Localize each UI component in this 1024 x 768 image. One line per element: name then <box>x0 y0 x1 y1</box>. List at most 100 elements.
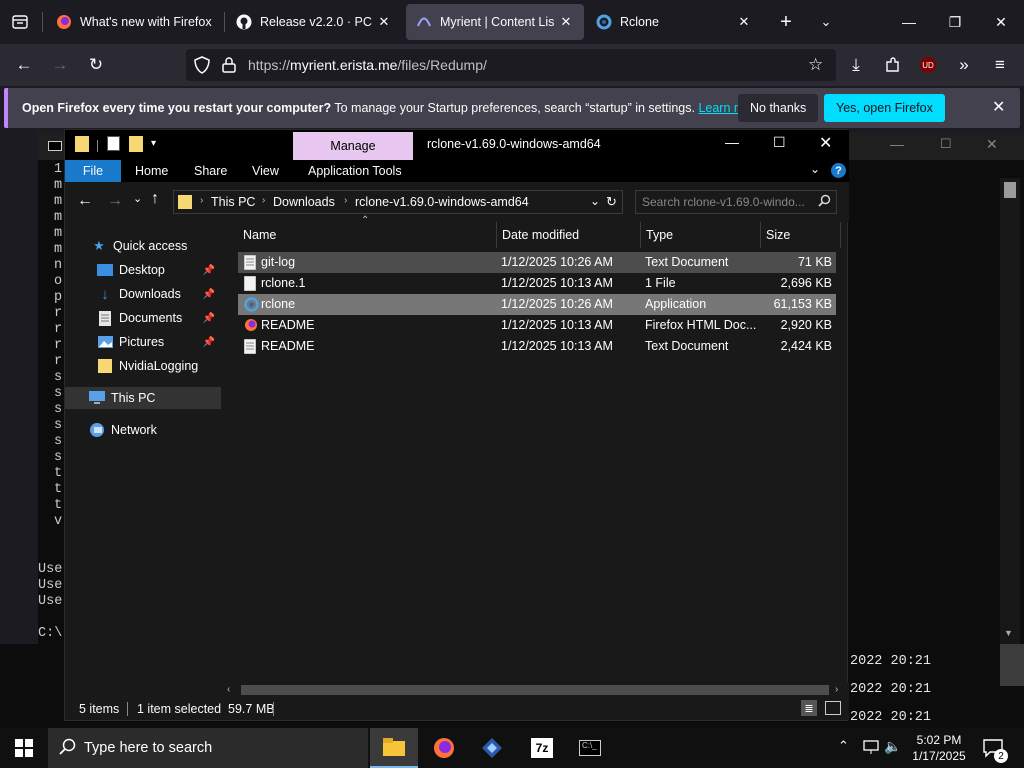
taskbar-app-icon[interactable] <box>468 728 516 768</box>
clock-date[interactable]: 1/17/2025 <box>912 749 966 763</box>
console-scroll-thumb[interactable] <box>1004 182 1016 198</box>
tab-view[interactable]: View <box>252 164 279 178</box>
tab-file[interactable]: File <box>65 160 121 182</box>
scroll-right-icon[interactable]: › <box>835 684 838 695</box>
breadcrumb-this-pc[interactable]: This PC <box>211 195 255 209</box>
file-row[interactable]: git-log 1/12/2025 10:26 AM Text Document 71… <box>238 252 836 273</box>
minimize-icon[interactable]: — <box>886 0 932 44</box>
new-folder-icon[interactable] <box>129 136 143 152</box>
nav-desktop[interactable]: Desktop 📌 <box>65 259 221 281</box>
console-close-icon[interactable]: ✕ <box>986 136 998 153</box>
tab-home[interactable]: Home <box>135 164 168 178</box>
forward-icon[interactable]: → <box>107 192 123 210</box>
file-row[interactable]: README 1/12/2025 10:13 AM Firefox HTML Doc… <box>238 315 836 336</box>
file-row[interactable]: rclone.1 1/12/2025 10:13 AM 1 File 2,696 KB <box>238 273 836 294</box>
downloads-icon[interactable]: ⤓ <box>842 51 870 79</box>
windows-start-icon[interactable] <box>0 728 48 768</box>
column-type[interactable]: Type <box>640 222 760 248</box>
quick-access-dropdown-icon[interactable]: ▾ <box>151 138 156 149</box>
network-tray-icon[interactable] <box>862 739 880 758</box>
nav-documents[interactable]: Documents 📌 <box>65 307 221 329</box>
recent-locations-icon[interactable]: ⌄ <box>133 192 142 205</box>
tab-rclone[interactable]: Rclone ✕ <box>586 4 762 40</box>
console-minimize-icon[interactable]: — <box>890 136 904 152</box>
search-input[interactable]: Search rclone-v1.69.0-windo... <box>635 190 837 214</box>
reload-icon[interactable]: ↻ <box>82 51 110 79</box>
column-date-modified[interactable]: Date modified <box>496 222 640 248</box>
firefox-view-icon[interactable] <box>6 8 34 36</box>
close-tab-icon[interactable]: ✕ <box>376 14 392 30</box>
search-icon[interactable] <box>818 194 831 210</box>
network-icon <box>89 422 105 438</box>
show-hidden-icons-icon[interactable]: ⌃ <box>838 738 849 754</box>
no-thanks-button[interactable]: No thanks <box>738 94 819 122</box>
pictures-icon <box>97 334 113 350</box>
path-dropdown-icon[interactable]: ⌄ <box>590 194 600 208</box>
help-icon[interactable]: ? <box>831 163 846 178</box>
explorer-close-icon[interactable]: ✕ <box>819 133 832 153</box>
close-window-icon[interactable]: ✕ <box>978 0 1024 44</box>
details-view-icon[interactable]: ≣ <box>801 700 817 716</box>
refresh-icon[interactable]: ↻ <box>606 194 617 210</box>
tab-myrient[interactable]: Myrient | Content Listing ✕ <box>406 4 584 40</box>
ublock-origin-icon[interactable]: UD <box>914 51 942 79</box>
address-path-box[interactable]: › This PC › Downloads › rclone-v1.69.0-w… <box>173 190 623 214</box>
tab-github-release[interactable]: Release v2.2.0 · PCSX2/pcsx2 ✕ <box>226 4 402 40</box>
column-size[interactable]: Size <box>760 222 840 248</box>
scroll-left-icon[interactable]: ‹ <box>227 684 230 695</box>
file-row[interactable]: README 1/12/2025 10:13 AM Text Document 2,4… <box>238 336 836 357</box>
more-tools-icon[interactable]: » <box>950 51 978 79</box>
taskbar-search-box[interactable]: Type here to search <box>48 728 368 768</box>
tab-firefox-whats-new[interactable]: What's new with Firefox <box>46 4 222 40</box>
restore-icon[interactable]: ❐ <box>932 0 978 44</box>
console-scrollbar-lower[interactable] <box>1000 644 1024 686</box>
list-all-tabs-icon[interactable]: ⌄ <box>812 8 840 36</box>
horizontal-scrollbar[interactable]: ‹ › <box>221 682 849 698</box>
clock-time[interactable]: 5:02 PM <box>912 733 966 747</box>
breadcrumb-downloads[interactable]: Downloads <box>273 195 335 209</box>
column-name[interactable]: Name <box>237 222 495 248</box>
nav-nvidialogging[interactable]: NvidiaLogging <box>65 355 221 377</box>
shield-icon[interactable] <box>194 56 210 77</box>
nav-pictures[interactable]: Pictures 📌 <box>65 331 221 353</box>
file-explorer-window[interactable]: ▾ Manage rclone-v1.69.0-windows-amd64 — … <box>64 129 849 721</box>
bookmark-star-icon[interactable]: ☆ <box>808 55 823 75</box>
forward-icon[interactable]: → <box>46 51 74 79</box>
explorer-minimize-icon[interactable]: — <box>725 134 739 150</box>
back-icon[interactable]: ← <box>10 51 38 79</box>
breadcrumb-current-folder[interactable]: rclone-v1.69.0-windows-amd64 <box>355 195 529 209</box>
url-bar[interactable]: https://myrient.erista.me/files/Redump/ … <box>186 49 836 81</box>
console-maximize-icon[interactable]: ☐ <box>940 136 952 152</box>
nav-network[interactable]: Network <box>65 419 221 441</box>
close-tab-icon[interactable]: ✕ <box>736 14 752 30</box>
expand-ribbon-icon[interactable]: ⌄ <box>810 162 820 176</box>
nav-downloads[interactable]: ↓ Downloads 📌 <box>65 283 221 305</box>
tab-application-tools[interactable]: Application Tools <box>308 164 402 178</box>
taskbar-7zip-icon[interactable]: 7z <box>518 728 566 768</box>
new-tab-icon[interactable]: + <box>772 8 800 36</box>
explorer-maximize-icon[interactable]: ☐ <box>773 134 786 151</box>
taskbar-terminal-icon[interactable]: C:\_ <box>566 728 614 768</box>
taskbar-file-explorer-icon[interactable] <box>370 728 418 768</box>
nav-quick-access[interactable]: ★ Quick access <box>65 235 221 257</box>
nav-this-pc[interactable]: This PC <box>65 387 221 409</box>
scroll-down-icon[interactable]: ▼ <box>1004 628 1013 638</box>
console-scrollbar[interactable]: ▼ <box>1000 178 1020 644</box>
yes-open-firefox-button[interactable]: Yes, open Firefox <box>824 94 945 122</box>
tab-share[interactable]: Share <box>194 164 227 178</box>
folder-icon <box>97 358 113 374</box>
properties-icon[interactable] <box>107 136 120 151</box>
lock-icon[interactable] <box>222 57 236 76</box>
hamburger-menu-icon[interactable]: ≡ <box>986 51 1014 79</box>
extensions-icon[interactable] <box>878 51 906 79</box>
close-tab-icon[interactable]: ✕ <box>558 14 574 30</box>
volume-muted-icon[interactable]: 🔈 <box>884 738 901 755</box>
file-row[interactable]: rclone 1/12/2025 10:26 AM Application 61,15… <box>238 294 836 315</box>
taskbar-firefox-icon[interactable] <box>420 728 468 768</box>
large-icons-view-icon[interactable] <box>825 701 841 715</box>
up-icon[interactable]: ↑ <box>151 190 159 208</box>
manage-tab[interactable]: Manage <box>293 132 413 160</box>
close-notification-icon[interactable]: ✕ <box>992 97 1005 117</box>
back-icon[interactable]: ← <box>77 192 93 210</box>
scroll-thumb[interactable] <box>241 685 829 695</box>
